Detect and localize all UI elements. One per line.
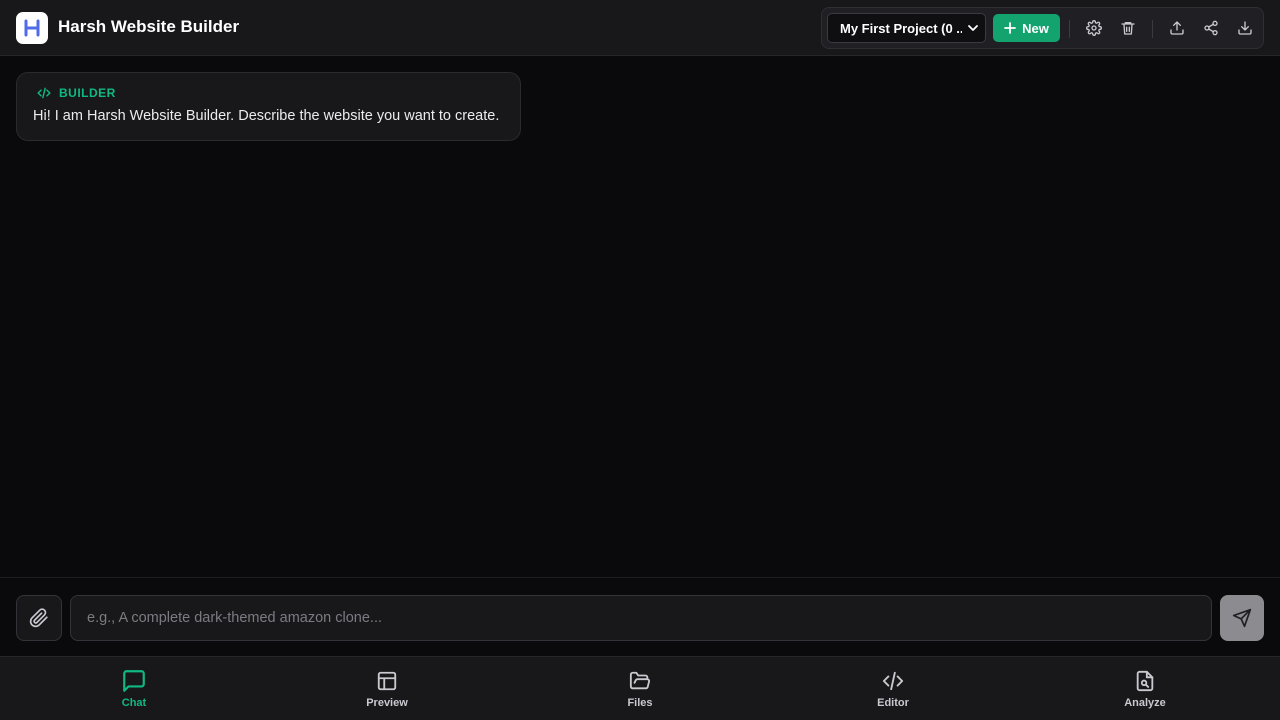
- plus-icon: [1004, 22, 1017, 34]
- app-header: Harsh Website Builder My First Project (…: [0, 0, 1280, 56]
- nav-label: Preview: [366, 697, 408, 709]
- chat-icon: [121, 668, 147, 694]
- attach-button[interactable]: [16, 595, 62, 641]
- message-text: Hi! I am Harsh Website Builder. Describe…: [33, 108, 500, 124]
- nav-label: Editor: [877, 697, 909, 709]
- composer-bar: [0, 577, 1280, 656]
- upload-icon: [1170, 21, 1184, 35]
- trash-icon: [1121, 22, 1135, 35]
- project-select[interactable]: My First Project (0 ...: [827, 13, 986, 43]
- layout-icon: [376, 668, 398, 694]
- new-project-button[interactable]: New: [993, 14, 1060, 42]
- nav-item-preview[interactable]: Preview: [327, 657, 447, 720]
- share-icon: [1204, 20, 1218, 36]
- nav-label: Analyze: [1124, 697, 1166, 709]
- project-select-value: My First Project (0 ...: [840, 20, 962, 36]
- share-button[interactable]: [1201, 18, 1221, 38]
- builder-message-bubble: BUILDER Hi! I am Harsh Website Builder. …: [16, 72, 521, 141]
- toolbar-divider: [1069, 20, 1070, 38]
- download-icon: [1238, 21, 1252, 35]
- send-button[interactable]: [1220, 595, 1264, 641]
- toolbar-divider: [1152, 20, 1153, 38]
- download-button[interactable]: [1235, 18, 1255, 38]
- prompt-input[interactable]: [70, 595, 1212, 641]
- code-icon: [881, 668, 905, 694]
- new-button-label: New: [1022, 20, 1049, 36]
- nav-item-analyze[interactable]: Analyze: [1085, 657, 1205, 720]
- nav-label: Files: [627, 697, 653, 709]
- message-role-header: BUILDER: [37, 86, 116, 100]
- upload-button[interactable]: [1167, 18, 1187, 38]
- paperclip-icon: [29, 608, 48, 628]
- project-toolbar: My First Project (0 ... New: [821, 7, 1264, 49]
- bottom-nav: Chat Preview Files Editor Analyze: [0, 656, 1280, 720]
- gear-icon: [1086, 20, 1102, 36]
- code-icon: [37, 87, 51, 99]
- nav-item-editor[interactable]: Editor: [833, 657, 953, 720]
- nav-item-files[interactable]: Files: [580, 657, 700, 720]
- nav-item-chat[interactable]: Chat: [74, 657, 194, 720]
- file-search-icon: [1134, 668, 1156, 694]
- app-title: Harsh Website Builder: [58, 17, 240, 36]
- settings-button[interactable]: [1084, 18, 1104, 38]
- nav-label: Chat: [121, 697, 147, 709]
- chevron-down-icon: [967, 22, 979, 37]
- logo-h-icon: [24, 19, 40, 37]
- send-icon: [1232, 608, 1252, 628]
- delete-button[interactable]: [1118, 18, 1138, 38]
- message-role-label: BUILDER: [59, 86, 116, 100]
- app-logo: [16, 12, 48, 44]
- folder-open-icon: [628, 668, 652, 694]
